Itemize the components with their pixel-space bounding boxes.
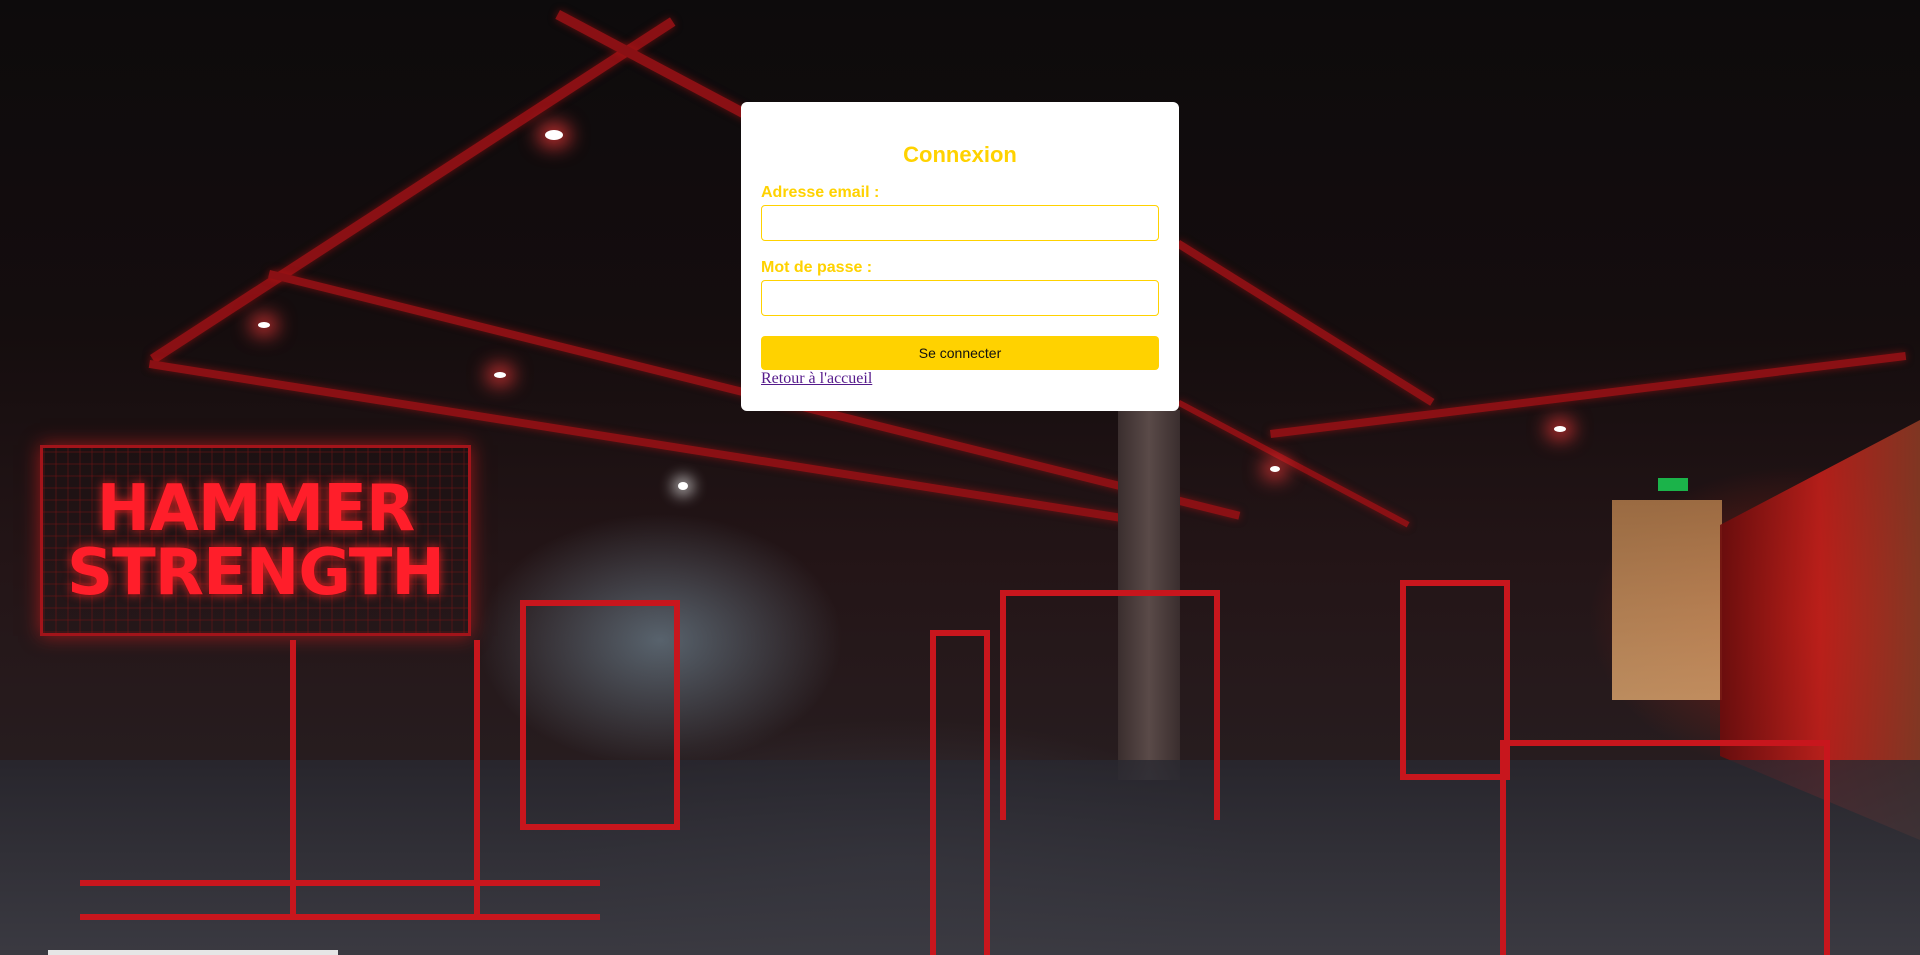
brick-corridor	[1612, 500, 1722, 700]
gym-machine	[1400, 580, 1510, 780]
ceiling-lamp	[678, 482, 688, 490]
gym-machine	[1500, 740, 1830, 955]
ceiling-lamp	[258, 322, 270, 328]
exit-sign-icon	[1658, 478, 1688, 491]
ceiling-lamp	[1270, 466, 1280, 472]
password-field[interactable]	[761, 280, 1159, 316]
gym-machine	[1000, 590, 1220, 820]
hammer-strength-sign: HAMMER STRENGTH	[40, 445, 471, 636]
gym-machine	[520, 600, 680, 830]
ceiling-beam	[1175, 240, 1435, 406]
email-label: Adresse email :	[761, 184, 880, 201]
ceiling-lamp	[545, 130, 563, 140]
password-label: Mot de passe :	[761, 259, 873, 276]
login-title: Connexion	[903, 142, 1017, 167]
email-field[interactable]	[761, 205, 1159, 241]
gym-machine	[930, 630, 990, 955]
back-to-home-link[interactable]: Retour à l'accueil	[761, 370, 872, 388]
ceiling-lamp	[494, 372, 506, 378]
horizontal-scrollbar[interactable]	[48, 950, 338, 955]
login-card: Connexion Adresse email : Mot de passe :…	[741, 102, 1179, 411]
sign-line-1: HAMMER	[96, 471, 415, 546]
ceiling-lamp	[1554, 426, 1566, 432]
gym-machine	[290, 640, 480, 920]
login-submit-button[interactable]: Se connecter	[761, 336, 1159, 370]
gym-bench	[80, 880, 600, 920]
sign-line-2: STRENGTH	[67, 535, 445, 610]
